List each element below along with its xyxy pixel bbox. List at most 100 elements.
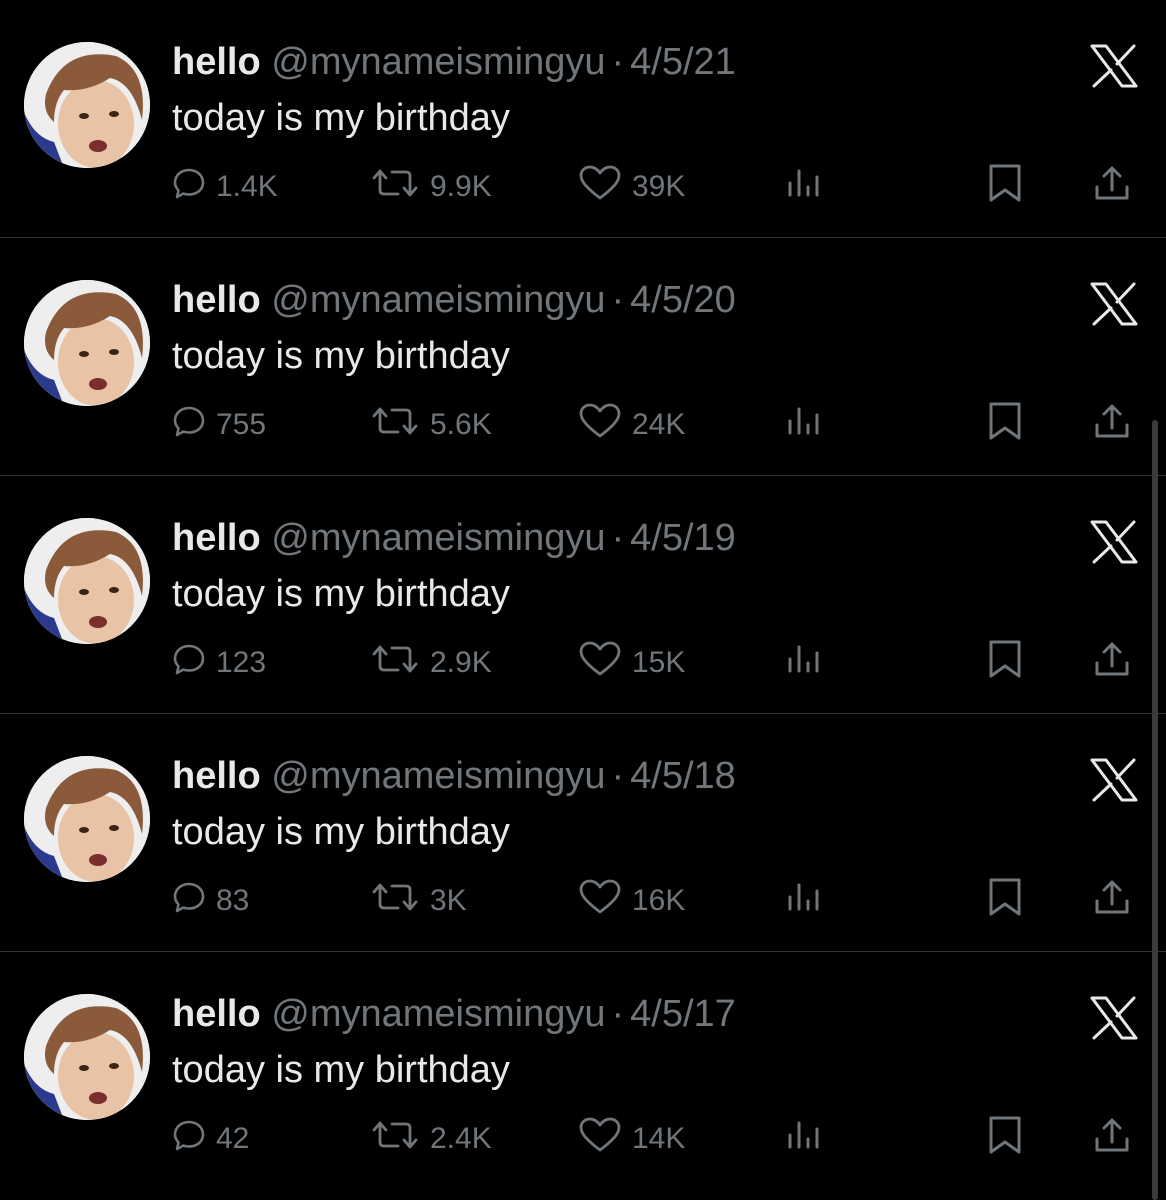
like-button[interactable]: 16K <box>578 876 685 926</box>
tweet-header: hello @mynameismingyu · 4/5/21 <box>172 40 736 84</box>
tweet-card[interactable]: hello @mynameismingyu · 4/5/21 today is my… <box>0 0 1166 238</box>
tweet-date[interactable]: 4/5/19 <box>630 517 736 559</box>
share-upload-icon <box>1092 163 1132 211</box>
x-logo-icon[interactable] <box>1090 44 1138 88</box>
separator-dot: · <box>611 279 625 321</box>
tweet-header: hello @mynameismingyu · 4/5/18 <box>172 754 736 798</box>
user-handle[interactable]: @mynameismingyu <box>271 993 605 1035</box>
reply-count: 755 <box>216 408 267 441</box>
views-button[interactable] <box>786 638 822 688</box>
views-button[interactable] <box>786 400 822 450</box>
like-button[interactable]: 39K <box>578 162 685 212</box>
bookmark-button[interactable] <box>986 400 1024 450</box>
avatar[interactable] <box>24 42 150 168</box>
repost-button[interactable]: 3K <box>370 876 467 926</box>
bookmark-button[interactable] <box>986 876 1024 926</box>
repost-count: 9.9K <box>430 170 492 203</box>
repost-arrows-icon <box>370 404 420 446</box>
share-upload-icon <box>1092 401 1132 449</box>
tweet-card[interactable]: hello @mynameismingyu · 4/5/18 today is my… <box>0 714 1166 952</box>
separator-dot: · <box>611 755 625 797</box>
speech-bubble-icon <box>172 642 206 684</box>
x-logo-icon[interactable] <box>1090 282 1138 326</box>
display-name[interactable]: hello <box>172 993 261 1035</box>
tweet-header: hello @mynameismingyu · 4/5/19 <box>172 516 736 560</box>
tweet-date[interactable]: 4/5/20 <box>630 279 736 321</box>
repost-count: 3K <box>430 884 467 917</box>
share-button[interactable] <box>1092 1114 1132 1164</box>
tweet-card[interactable]: hello @mynameismingyu · 4/5/19 today is my… <box>0 476 1166 714</box>
views-button[interactable] <box>786 162 822 212</box>
display-name[interactable]: hello <box>172 517 261 559</box>
reply-count: 42 <box>216 1122 250 1155</box>
bookmark-icon <box>986 1115 1024 1163</box>
share-upload-icon <box>1092 1115 1132 1163</box>
repost-button[interactable]: 2.4K <box>370 1114 492 1164</box>
repost-button[interactable]: 2.9K <box>370 638 492 688</box>
user-handle[interactable]: @mynameismingyu <box>271 279 605 321</box>
tweet-text: today is my birthday <box>172 1049 510 1091</box>
reply-button[interactable]: 755 <box>172 400 266 450</box>
repost-count: 2.9K <box>430 646 492 679</box>
bookmark-button[interactable] <box>986 162 1024 212</box>
scrollbar[interactable] <box>1152 420 1158 1200</box>
repost-button[interactable]: 9.9K <box>370 162 492 212</box>
user-handle[interactable]: @mynameismingyu <box>271 41 605 83</box>
bookmark-icon <box>986 877 1024 925</box>
avatar[interactable] <box>24 994 150 1120</box>
bookmark-button[interactable] <box>986 638 1024 688</box>
bookmark-button[interactable] <box>986 1114 1024 1164</box>
avatar[interactable] <box>24 756 150 882</box>
tweet-actions: 83 3K 16K <box>0 876 1166 926</box>
bookmark-icon <box>986 639 1024 687</box>
views-button[interactable] <box>786 876 822 926</box>
display-name[interactable]: hello <box>172 755 261 797</box>
tweet-header: hello @mynameismingyu · 4/5/17 <box>172 992 736 1036</box>
repost-arrows-icon <box>370 880 420 922</box>
x-logo-icon[interactable] <box>1090 996 1138 1040</box>
tweet-card[interactable]: hello @mynameismingyu · 4/5/17 today is my… <box>0 952 1166 1190</box>
like-button[interactable]: 24K <box>578 400 685 450</box>
separator-dot: · <box>611 41 625 83</box>
like-count: 16K <box>632 884 686 917</box>
x-logo-icon[interactable] <box>1090 758 1138 802</box>
display-name[interactable]: hello <box>172 279 261 321</box>
like-button[interactable]: 15K <box>578 638 685 688</box>
tweet-date[interactable]: 4/5/17 <box>630 993 736 1035</box>
reply-count: 123 <box>216 646 267 679</box>
bar-chart-icon <box>786 879 822 923</box>
tweet-date[interactable]: 4/5/18 <box>630 755 736 797</box>
tweet-date[interactable]: 4/5/21 <box>630 41 736 83</box>
user-handle[interactable]: @mynameismingyu <box>271 755 605 797</box>
tweet-header: hello @mynameismingyu · 4/5/20 <box>172 278 736 322</box>
share-button[interactable] <box>1092 162 1132 212</box>
share-button[interactable] <box>1092 876 1132 926</box>
speech-bubble-icon <box>172 880 206 922</box>
bookmark-icon <box>986 401 1024 449</box>
like-count: 14K <box>632 1122 686 1155</box>
like-count: 24K <box>632 408 686 441</box>
speech-bubble-icon <box>172 166 206 208</box>
repost-button[interactable]: 5.6K <box>370 400 492 450</box>
display-name[interactable]: hello <box>172 41 261 83</box>
x-logo-icon[interactable] <box>1090 520 1138 564</box>
reply-button[interactable]: 1.4K <box>172 162 278 212</box>
share-button[interactable] <box>1092 400 1132 450</box>
user-handle[interactable]: @mynameismingyu <box>271 517 605 559</box>
views-button[interactable] <box>786 1114 822 1164</box>
reply-button[interactable]: 123 <box>172 638 266 688</box>
tweet-text: today is my birthday <box>172 97 510 139</box>
reply-button[interactable]: 83 <box>172 876 249 926</box>
like-button[interactable]: 14K <box>578 1114 685 1164</box>
repost-count: 5.6K <box>430 408 492 441</box>
heart-icon <box>578 1117 622 1161</box>
reply-button[interactable]: 42 <box>172 1114 249 1164</box>
avatar[interactable] <box>24 280 150 406</box>
share-button[interactable] <box>1092 638 1132 688</box>
reply-count: 1.4K <box>216 170 278 203</box>
bookmark-icon <box>986 163 1024 211</box>
tweet-card[interactable]: hello @mynameismingyu · 4/5/20 today is my… <box>0 238 1166 476</box>
avatar[interactable] <box>24 518 150 644</box>
share-upload-icon <box>1092 639 1132 687</box>
reply-count: 83 <box>216 884 250 917</box>
